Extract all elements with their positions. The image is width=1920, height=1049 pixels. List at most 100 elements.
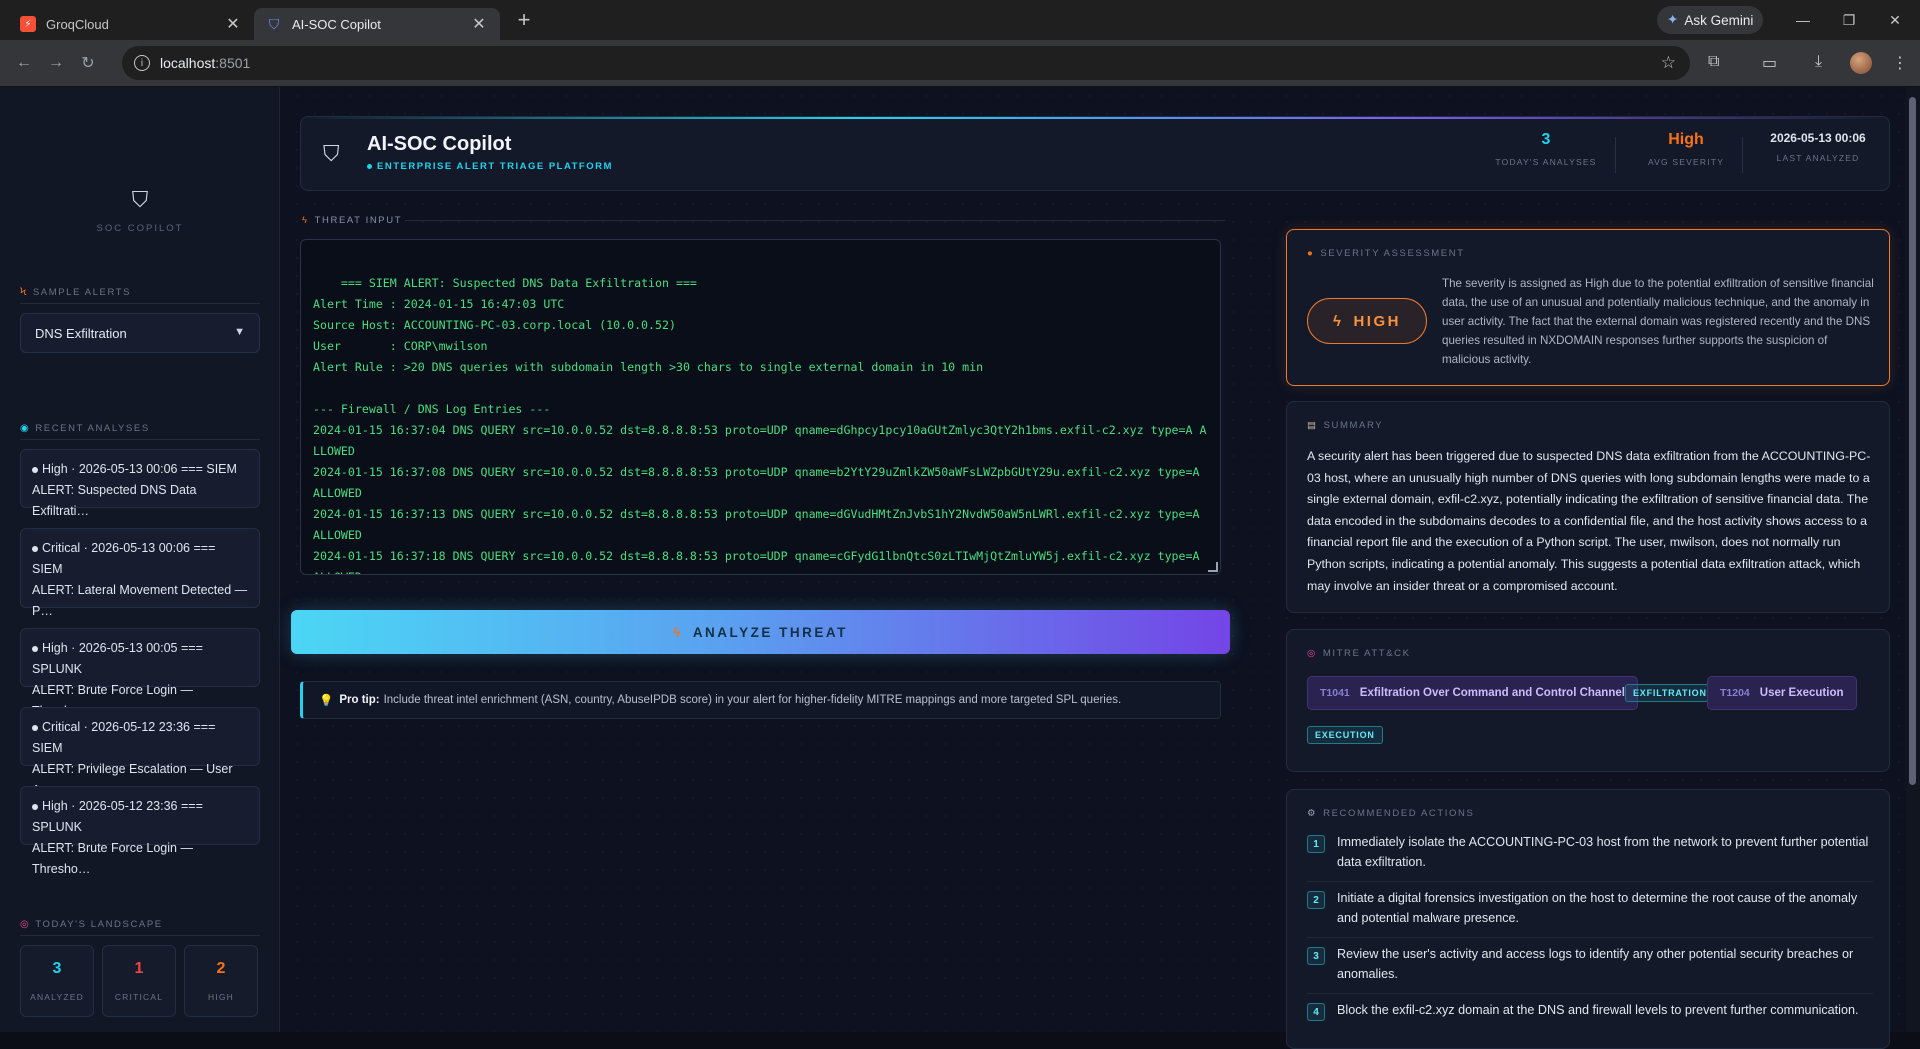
ask-gemini-button[interactable]: ✦ Ask Gemini — [1657, 6, 1764, 34]
action-number: 3 — [1307, 947, 1325, 965]
bolt-icon: ϟ — [302, 215, 309, 226]
app-header: ⛉ AI-SOC Copilot ENTERPRISE ALERT TRIAGE… — [300, 116, 1890, 191]
url-port: :8501 — [215, 55, 251, 71]
action-text: Block the exfil-c2.xyz domain at the DNS… — [1337, 1003, 1859, 1017]
stat-value: 1 — [134, 960, 144, 977]
extensions-puzzle-icon[interactable]: ⧉ — [1708, 53, 1719, 71]
recent-analysis-item[interactable]: High · 2026-05-12 23:36 === SPLUNK ALERT… — [20, 786, 260, 876]
ask-gemini-label: Ask Gemini — [1684, 12, 1754, 28]
severity-level: HIGH — [1353, 312, 1401, 330]
recent-analysis-item[interactable]: Critical · 2026-05-12 23:36 === SIEM ALE… — [20, 707, 260, 797]
header-stat-value: High — [1668, 131, 1704, 148]
action-item: 3 Review the user's activity and access … — [1307, 944, 1873, 994]
site-info-icon[interactable]: i — [134, 55, 150, 71]
restore-icon[interactable]: ❐ — [1826, 0, 1872, 40]
stat-label: HIGH — [207, 992, 235, 1002]
selected-alert-value: DNS Exfiltration — [35, 325, 127, 341]
recent-item-line: Critical · 2026-05-13 00:06 === SIEM — [32, 541, 216, 576]
action-item: 4 Block the exfil-c2.xyz domain at the D… — [1307, 1000, 1873, 1040]
profile-avatar[interactable] — [1850, 52, 1872, 74]
technique-name: Exfiltration Over Command and Control Ch… — [1359, 687, 1625, 699]
tab-ai-soc-copilot[interactable]: ⛉ AI-SOC Copilot ✕ — [254, 8, 500, 40]
recent-analysis-item[interactable]: High · 2026-05-13 00:05 === SPLUNK ALERT… — [20, 628, 260, 718]
technique-id: T1204 — [1720, 687, 1750, 699]
sidebar: ⛉ SOC COPILOT ϟ SAMPLE ALERTS DNS Exfiltr… — [0, 87, 280, 1032]
scrollbar-thumb[interactable] — [1909, 97, 1916, 785]
technique-name: User Execution — [1759, 687, 1844, 699]
app-viewport: ⛉ SOC COPILOT ϟ SAMPLE ALERTS DNS Exfiltr… — [0, 87, 1920, 1049]
browser-toolbar: ← → ↻ i localhost:8501 ☆ ⧉ ▭ ⤓ ⋮ — [0, 40, 1920, 87]
todays-landscape-heading: ◎ TODAY'S LANDSCAPE — [20, 919, 163, 930]
stat-label: CRITICAL — [114, 992, 164, 1002]
technique-id: T1041 — [1320, 687, 1350, 699]
recent-analyses-label: RECENT ANALYSES — [35, 423, 150, 434]
recent-item-line: Critical · 2026-05-12 23:36 === SIEM — [32, 720, 216, 755]
menu-kebab-icon[interactable]: ⋮ — [1892, 53, 1908, 73]
header-stat-last-analyzed: 2026-05-13 00:06 LAST ANALYZED — [1763, 131, 1873, 163]
recent-item-line: High · 2026-05-12 23:36 === SPLUNK — [32, 799, 203, 834]
analyze-threat-button[interactable]: ϟ ANALYZE THREAT — [291, 610, 1230, 654]
summary-text: A security alert has been triggered due … — [1307, 449, 1871, 593]
download-icon[interactable]: ⤓ — [1815, 53, 1822, 71]
stat-critical: 1 CRITICAL — [102, 945, 176, 1017]
recent-item-line: ALERT: Suspected DNS Data Exfiltrati… — [32, 483, 197, 518]
minimize-icon[interactable]: — — [1780, 0, 1826, 40]
recent-analysis-item[interactable]: High · 2026-05-13 00:06 === SIEM ALERT: … — [20, 449, 260, 518]
window-close-icon[interactable]: ✕ — [1872, 0, 1918, 40]
bullet-dot-icon — [32, 645, 38, 652]
reload-icon[interactable]: ↻ — [72, 53, 104, 73]
tab-label: GroqCloud — [46, 16, 109, 32]
resize-handle-icon[interactable] — [1208, 562, 1218, 572]
action-item: 1 Immediately isolate the ACCOUNTING-PC-… — [1307, 832, 1873, 882]
subtitle-text: ENTERPRISE ALERT TRIAGE PLATFORM — [377, 161, 613, 172]
bolt-icon: ϟ — [673, 624, 683, 640]
card-heading: ▤ SUMMARY — [1307, 420, 1383, 431]
header-stat-label: LAST ANALYZED — [1776, 153, 1860, 163]
threat-input-label: THREAT INPUT — [314, 215, 403, 226]
card-heading: ⚙ RECOMMENDED ACTIONS — [1307, 808, 1474, 819]
sample-alert-select[interactable]: DNS Exfiltration ▼ — [20, 313, 260, 353]
mitre-technique-tag[interactable]: T1204 User Execution — [1707, 676, 1857, 710]
cast-search-icon[interactable]: ▭ — [1762, 53, 1777, 73]
severity-badge: ϟ HIGH — [1307, 298, 1427, 344]
stat-high: 2 HIGH — [184, 945, 258, 1017]
bolt-icon: ϟ — [20, 287, 28, 298]
new-tab-plus-icon[interactable]: + — [510, 7, 538, 33]
header-stat-label: AVG SEVERITY — [1647, 157, 1725, 167]
recent-item-meta: High · 2026-05-13 00:05 === SPLUNK — [32, 638, 248, 680]
recent-analysis-item[interactable]: Critical · 2026-05-13 00:06 === SIEM ALE… — [20, 528, 260, 618]
action-number: 1 — [1307, 835, 1325, 853]
divider — [1742, 137, 1743, 173]
stat-value: 3 — [52, 960, 62, 977]
analyze-threat-label: ANALYZE THREAT — [692, 624, 848, 640]
threat-input-textarea[interactable]: === SIEM ALERT: Suspected DNS Data Exfil… — [300, 239, 1221, 575]
header-accent-line — [301, 117, 1889, 119]
close-icon[interactable]: ✕ — [224, 14, 242, 34]
bullet-dot-icon — [32, 466, 38, 473]
back-arrow-icon[interactable]: ← — [8, 54, 40, 72]
address-bar[interactable]: i localhost:8501 ☆ — [122, 46, 1690, 80]
pro-tip-text: Include threat intel enrichment (ASN, co… — [383, 694, 1122, 706]
tactic-badge: EXFILTRATION — [1625, 684, 1715, 702]
close-icon[interactable]: ✕ — [470, 14, 488, 34]
page-scrollbar[interactable] — [1906, 87, 1920, 1032]
divider — [20, 935, 260, 936]
tab-groqcloud[interactable]: ⚡ GroqCloud ✕ — [8, 8, 254, 40]
action-number: 2 — [1307, 891, 1325, 909]
stat-label: ANALYZED — [30, 992, 84, 1002]
forward-arrow-icon[interactable]: → — [40, 54, 72, 72]
recent-item-line: P… — [32, 604, 53, 618]
stat-analyzed: 3 ANALYZED — [20, 945, 94, 1017]
recent-item-meta: Critical · 2026-05-12 23:36 === SIEM — [32, 717, 248, 759]
gear-icon: ⚙ — [1307, 808, 1318, 819]
url-host: localhost — [160, 55, 216, 71]
action-text: Review the user's activity and access lo… — [1337, 947, 1854, 981]
divider — [1615, 137, 1616, 173]
pro-tip-banner: 💡 Pro tip: Include threat intel enrichme… — [300, 681, 1221, 719]
mitre-technique-tag[interactable]: T1041 Exfiltration Over Command and Cont… — [1307, 676, 1638, 710]
header-stat-value: 2026-05-13 00:06 — [1770, 131, 1866, 145]
bookmark-star-icon[interactable]: ☆ — [1661, 53, 1676, 73]
divider — [20, 439, 260, 440]
action-text: Initiate a digital forensics investigati… — [1337, 891, 1858, 925]
header-stat-value: 3 — [1541, 131, 1551, 148]
